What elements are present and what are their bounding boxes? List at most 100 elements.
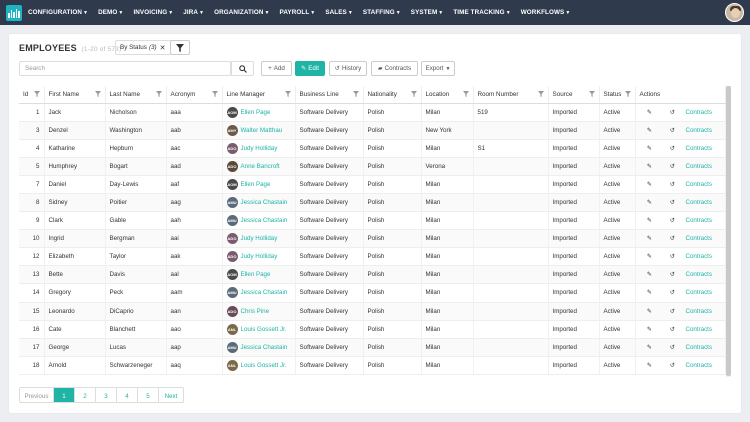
column-filter-icon[interactable]: [94, 91, 101, 97]
history-row-icon[interactable]: ↺: [663, 326, 683, 333]
edit-row-icon[interactable]: ✎: [640, 308, 660, 315]
contracts-link[interactable]: Contracts: [686, 271, 712, 278]
history-row-icon[interactable]: ↺: [663, 217, 683, 224]
table-row[interactable]: 1 Jack Nicholson aaa AOM Ellen Page Software D…: [19, 103, 726, 122]
line-manager-link[interactable]: AOM Ellen Page: [226, 106, 295, 118]
column-filter-icon[interactable]: [33, 91, 40, 97]
line-manager-link[interactable]: ADO Anne Bancroft: [226, 160, 295, 172]
line-manager-link[interactable]: ANL Louis Gossett Jr.: [226, 323, 295, 335]
table-row[interactable]: 17 George Lucas aap AMU Jessica Chastain Softw…: [19, 338, 726, 357]
nav-item-sales[interactable]: SALES▼: [325, 9, 353, 16]
edit-row-icon[interactable]: ✎: [640, 289, 660, 296]
history-row-icon[interactable]: ↺: [663, 199, 683, 206]
column-header-actions[interactable]: Actions: [635, 86, 726, 104]
table-row[interactable]: 18 Arnold Schwarzeneger aaq ANL Louis Gossett…: [19, 356, 726, 375]
pagination-page-2[interactable]: 2: [75, 388, 96, 402]
user-avatar[interactable]: [725, 3, 744, 22]
table-row[interactable]: 16 Cate Blanchett aao ANL Louis Gossett Jr. So…: [19, 320, 726, 339]
contracts-link[interactable]: Contracts: [686, 163, 712, 170]
line-manager-link[interactable]: AOM Ellen Page: [226, 269, 295, 281]
table-row[interactable]: 13 Bette Davis aal AOM Ellen Page Software Del…: [19, 265, 726, 285]
column-header-line-manager[interactable]: Line Manager: [222, 86, 296, 104]
filter-button[interactable]: [170, 40, 190, 55]
nav-item-staffing[interactable]: STAFFING▼: [363, 9, 401, 16]
pagination-page-1[interactable]: 1: [54, 388, 75, 402]
nav-item-demo[interactable]: DEMO▼: [98, 9, 123, 16]
contracts-link[interactable]: Contracts: [686, 344, 712, 351]
edit-button[interactable]: ✎ Edit: [295, 61, 325, 76]
column-filter-icon[interactable]: [352, 91, 359, 97]
pagination-page-5[interactable]: 5: [138, 388, 159, 402]
line-manager-link[interactable]: AMU Jessica Chastain: [226, 215, 295, 227]
pagination-page-3[interactable]: 3: [96, 388, 117, 402]
nav-item-time-tracking[interactable]: TIME TRACKING▼: [453, 9, 510, 16]
contracts-link[interactable]: Contracts: [686, 362, 712, 369]
edit-row-icon[interactable]: ✎: [640, 181, 660, 188]
column-filter-icon[interactable]: [537, 91, 544, 97]
column-filter-icon[interactable]: [588, 91, 595, 97]
column-filter-icon[interactable]: [284, 91, 291, 97]
line-manager-link[interactable]: AOM Ellen Page: [226, 178, 295, 190]
table-row[interactable]: 5 Humphrey Bogart aad ADO Anne Bancroft Softwa…: [19, 157, 726, 176]
contracts-link[interactable]: Contracts: [686, 253, 712, 260]
search-input[interactable]: Search: [19, 61, 231, 76]
contracts-link[interactable]: Contracts: [686, 217, 712, 224]
line-manager-link[interactable]: AMY Walter Matthau: [226, 124, 295, 136]
scrollbar-thumb[interactable]: [726, 86, 731, 376]
column-header-id[interactable]: Id: [19, 86, 45, 104]
edit-row-icon[interactable]: ✎: [640, 145, 660, 152]
line-manager-link[interactable]: ANL Louis Gossett Jr.: [226, 359, 295, 371]
line-manager-link[interactable]: AMU Jessica Chastain: [226, 197, 295, 209]
nav-item-configuration[interactable]: CONFIGURATION▼: [28, 9, 88, 16]
column-filter-icon[interactable]: [410, 91, 417, 97]
edit-row-icon[interactable]: ✎: [640, 271, 660, 278]
history-row-icon[interactable]: ↺: [663, 235, 683, 242]
history-button[interactable]: ↺ History: [329, 61, 367, 76]
edit-row-icon[interactable]: ✎: [640, 326, 660, 333]
history-row-icon[interactable]: ↺: [663, 289, 683, 296]
history-row-icon[interactable]: ↺: [663, 181, 683, 188]
history-row-icon[interactable]: ↺: [663, 109, 683, 116]
export-button[interactable]: Export ▼: [421, 61, 455, 76]
table-row[interactable]: 3 Denzel Washington aab AMY Walter Matthau Sof…: [19, 121, 726, 140]
history-row-icon[interactable]: ↺: [663, 271, 683, 278]
contracts-link[interactable]: Contracts: [686, 308, 712, 315]
column-header-source[interactable]: Source: [548, 86, 600, 104]
column-header-business-line[interactable]: Business Line: [295, 86, 364, 104]
contracts-link[interactable]: Contracts: [686, 181, 712, 188]
edit-row-icon[interactable]: ✎: [640, 199, 660, 206]
column-filter-icon[interactable]: [462, 91, 469, 97]
line-manager-link[interactable]: AMU Jessica Chastain: [226, 341, 295, 353]
column-header-room-number[interactable]: Room Number: [473, 86, 549, 104]
add-button[interactable]: + Add: [261, 61, 292, 76]
status-filter-chip[interactable]: By Status (3) ✕: [115, 40, 171, 55]
edit-row-icon[interactable]: ✎: [640, 127, 660, 134]
column-header-status[interactable]: Status: [599, 86, 636, 104]
app-logo[interactable]: [6, 4, 22, 21]
contracts-link[interactable]: Contracts: [686, 199, 712, 206]
line-manager-link[interactable]: ADO Chris Pine: [226, 305, 295, 317]
pagination-next[interactable]: Next: [159, 388, 183, 402]
contracts-link[interactable]: Contracts: [686, 326, 712, 333]
column-filter-icon[interactable]: [211, 91, 218, 97]
contracts-button[interactable]: ▰ Contracts: [371, 61, 418, 76]
table-row[interactable]: 10 Ingrid Bergman aai ADO Judy Holliday Softwa…: [19, 229, 726, 249]
edit-row-icon[interactable]: ✎: [640, 235, 660, 242]
pagination-previous[interactable]: Previous: [20, 388, 54, 402]
search-button[interactable]: [231, 61, 254, 76]
table-row[interactable]: 7 Daniel Day-Lewis aaf AOM Ellen Page Software…: [19, 175, 726, 194]
table-row[interactable]: 9 Clark Gable aah AMU Jessica Chastain Softwar…: [19, 211, 726, 231]
history-row-icon[interactable]: ↺: [663, 127, 683, 134]
table-row[interactable]: 12 Elizabeth Taylor aak ADO Judy Holliday Soft…: [19, 247, 726, 267]
table-row[interactable]: 15 Leonardo DiCaprio aan ADO Chris Pine Softwa…: [19, 302, 726, 321]
pagination-page-4[interactable]: 4: [117, 388, 138, 402]
history-row-icon[interactable]: ↺: [663, 163, 683, 170]
close-icon[interactable]: ✕: [160, 44, 166, 52]
line-manager-link[interactable]: ADO Judy Holliday: [226, 233, 295, 245]
nav-item-system[interactable]: SYSTEM▼: [411, 9, 444, 16]
line-manager-link[interactable]: AMU Jessica Chastain: [226, 287, 295, 299]
history-row-icon[interactable]: ↺: [663, 308, 683, 315]
edit-row-icon[interactable]: ✎: [640, 217, 660, 224]
column-header-location[interactable]: Location: [421, 86, 474, 104]
edit-row-icon[interactable]: ✎: [640, 109, 660, 116]
